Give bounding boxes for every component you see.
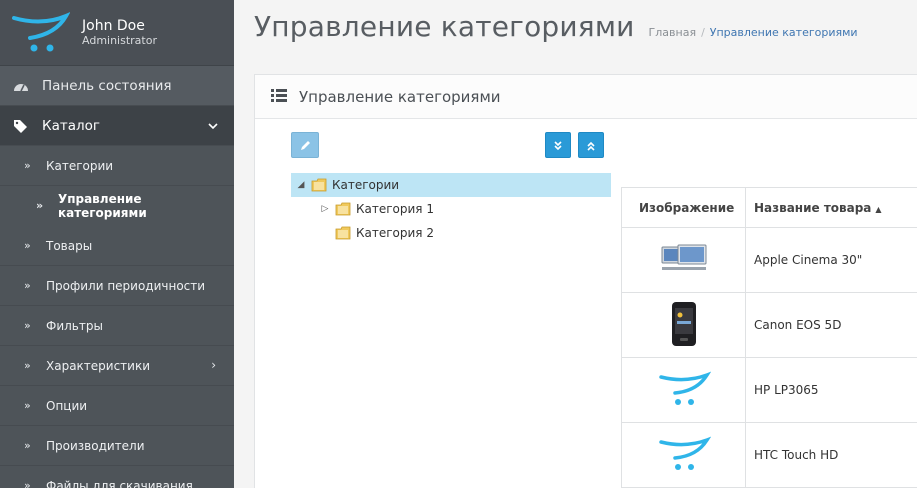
sidebar-item-attributes[interactable]: » Характеристики › bbox=[0, 346, 234, 386]
sidebar-item-label: Фильтры bbox=[46, 318, 103, 333]
product-name-cell: HTC Touch HD bbox=[745, 422, 917, 488]
sidebar-item-label: Опции bbox=[46, 398, 88, 413]
double-angle-right-icon: » bbox=[24, 359, 31, 372]
double-angle-right-icon: » bbox=[24, 439, 31, 452]
double-angle-right-icon: » bbox=[24, 399, 31, 412]
double-angle-right-icon: » bbox=[24, 319, 31, 332]
product-image-cell bbox=[621, 422, 746, 488]
nav-catalog[interactable]: Каталог bbox=[0, 106, 234, 146]
sort-ascending-icon: ▲ bbox=[875, 204, 882, 214]
profile-role: Administrator bbox=[82, 33, 157, 47]
sidebar-item-categories[interactable]: » Категории bbox=[0, 146, 234, 186]
sidebar-item-label: Файлы для скачивания bbox=[46, 478, 193, 488]
panel-title: Управление категориями bbox=[299, 87, 501, 106]
product-image-cell bbox=[621, 227, 746, 293]
nav-catalog-label: Каталог bbox=[42, 117, 100, 134]
collapse-all-button[interactable] bbox=[578, 132, 604, 158]
double-angle-right-icon: » bbox=[24, 159, 31, 172]
double-chevron-down-icon bbox=[553, 136, 563, 155]
sidebar-item-label: Производители bbox=[46, 438, 145, 453]
sidebar-item-manage-categories[interactable]: » Управление категориями bbox=[0, 186, 234, 226]
table-row[interactable]: HP LP3065 bbox=[621, 357, 917, 423]
table-row[interactable]: Apple Cinema 30" bbox=[621, 227, 917, 293]
cart-logo-icon bbox=[657, 436, 711, 477]
category-panel: Управление категориями ◢ Категории ▷ Кат… bbox=[254, 74, 917, 488]
catalog-submenu: » Категории » Управление категориями » Това… bbox=[0, 146, 234, 488]
sidebar-item-manufacturers[interactable]: » Производители bbox=[0, 426, 234, 466]
panel-heading: Управление категориями bbox=[255, 75, 917, 119]
table-row[interactable]: Canon EOS 5D bbox=[621, 292, 917, 358]
triangle-right-icon[interactable]: ▷ bbox=[315, 204, 335, 214]
tree-node[interactable]: Категория 2 bbox=[291, 221, 611, 245]
category-tree: ◢ Категории ▷ Категория 1 Категория 2 bbox=[291, 173, 611, 245]
double-chevron-up-icon bbox=[586, 136, 596, 155]
breadcrumb-home-link[interactable]: Главная bbox=[649, 26, 697, 39]
sidebar-item-label: Категории bbox=[46, 158, 114, 173]
tree-node-label[interactable]: Категория 2 bbox=[356, 226, 434, 240]
product-name-cell: Apple Cinema 30" bbox=[745, 227, 917, 293]
edit-button[interactable] bbox=[291, 132, 319, 158]
sidebar-item-downloads[interactable]: » Файлы для скачивания bbox=[0, 466, 234, 488]
chevron-right-icon: › bbox=[211, 358, 216, 372]
tree-node-label[interactable]: Категории bbox=[332, 178, 399, 192]
tree-node-label[interactable]: Категория 1 bbox=[356, 202, 434, 216]
page-title: Управление категориями bbox=[254, 10, 635, 43]
product-image-cell bbox=[621, 357, 746, 423]
monitor-icon bbox=[660, 244, 708, 278]
opencart-logo-icon bbox=[12, 11, 71, 54]
breadcrumb-current-link[interactable]: Управление категориями bbox=[710, 26, 858, 39]
table-header-row: Изображение Название товара ▲ bbox=[621, 187, 917, 228]
sidebar: John Doe Administrator Панель состояния … bbox=[0, 0, 234, 488]
double-angle-right-icon: » bbox=[24, 279, 31, 292]
page-header: Управление категориями Главная / Управлени… bbox=[254, 10, 858, 50]
folder-icon bbox=[335, 202, 351, 216]
sidebar-item-options[interactable]: » Опции bbox=[0, 386, 234, 426]
folder-icon bbox=[311, 178, 327, 192]
phone-icon bbox=[671, 301, 697, 350]
nav-dashboard[interactable]: Панель состояния bbox=[0, 66, 234, 106]
nav-dashboard-label: Панель состояния bbox=[42, 77, 172, 94]
breadcrumb-separator: / bbox=[701, 26, 705, 39]
triangle-down-icon[interactable]: ◢ bbox=[291, 180, 311, 190]
expand-all-button[interactable] bbox=[545, 132, 571, 158]
sidebar-item-label: Профили периодичности bbox=[46, 278, 206, 293]
sidebar-item-filters[interactable]: » Фильтры bbox=[0, 306, 234, 346]
double-angle-right-icon: » bbox=[24, 239, 31, 252]
column-header-label: Название товара bbox=[754, 200, 872, 215]
pencil-icon bbox=[300, 136, 311, 155]
chevron-down-icon bbox=[208, 118, 218, 134]
profile-name: John Doe bbox=[82, 17, 145, 34]
double-angle-right-icon: » bbox=[36, 199, 44, 212]
product-name-cell: Canon EOS 5D bbox=[745, 292, 917, 358]
tree-node-root[interactable]: ◢ Категории bbox=[291, 173, 611, 197]
product-image-cell bbox=[621, 292, 746, 358]
cart-logo-icon bbox=[657, 371, 711, 412]
tree-node[interactable]: ▷ Категория 1 bbox=[291, 197, 611, 221]
list-icon bbox=[271, 87, 287, 106]
column-header-image: Изображение bbox=[621, 187, 746, 228]
folder-icon bbox=[335, 226, 351, 240]
profile-block[interactable]: John Doe Administrator bbox=[0, 0, 234, 66]
column-header-product-name[interactable]: Название товара ▲ bbox=[745, 187, 917, 228]
double-angle-right-icon: » bbox=[24, 479, 31, 488]
sidebar-item-recurring-profiles[interactable]: » Профили периодичности bbox=[0, 266, 234, 306]
sidebar-item-label: Характеристики bbox=[46, 358, 151, 373]
dashboard-icon bbox=[12, 77, 30, 95]
sidebar-item-products[interactable]: » Товары bbox=[0, 226, 234, 266]
tags-icon bbox=[12, 117, 30, 135]
products-table: Изображение Название товара ▲ Apple Cinem… bbox=[621, 187, 917, 488]
breadcrumb: Главная / Управление категориями bbox=[649, 26, 858, 39]
sidebar-item-label: Управление категориями bbox=[57, 191, 147, 220]
sidebar-item-label: Товары bbox=[46, 238, 93, 253]
table-row[interactable]: HTC Touch HD bbox=[621, 422, 917, 488]
product-name-cell: HP LP3065 bbox=[745, 357, 917, 423]
